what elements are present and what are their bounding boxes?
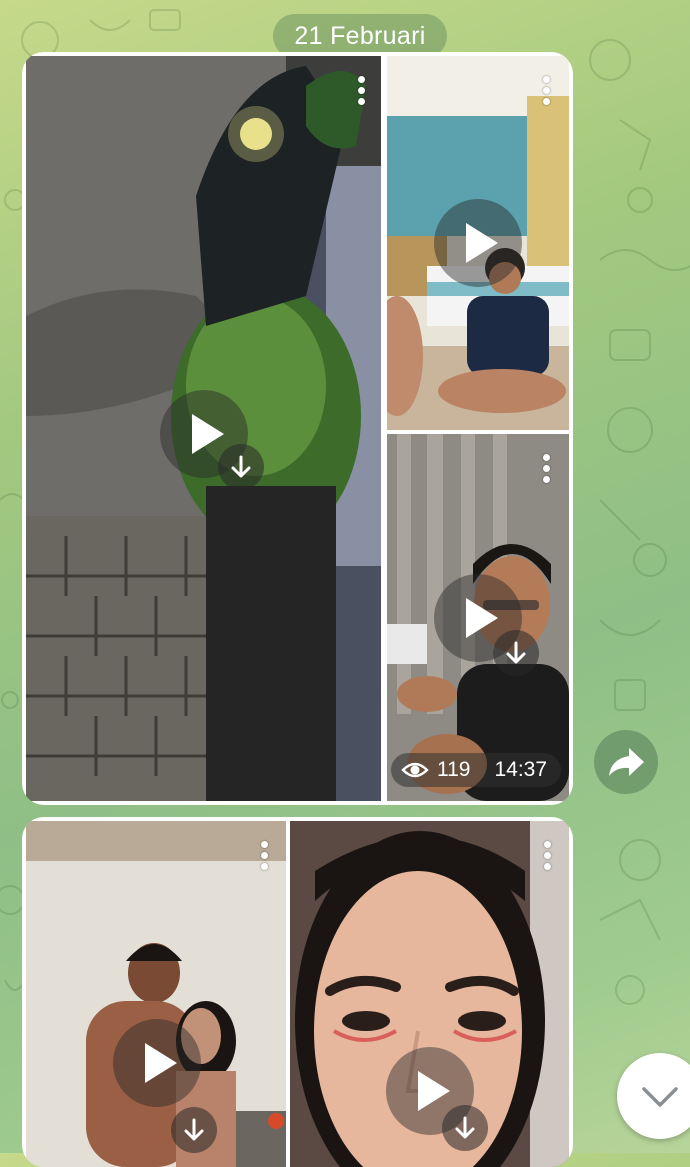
forward-icon — [609, 748, 644, 776]
download-icon — [184, 1118, 204, 1141]
video-thumbnail[interactable] — [387, 56, 569, 430]
video-menu-icon[interactable] — [259, 841, 269, 879]
scroll-to-bottom-button[interactable] — [617, 1053, 690, 1139]
download-icon — [506, 641, 526, 664]
video-thumbnail[interactable] — [26, 56, 381, 801]
message-stats: 119 14:37 — [391, 753, 562, 787]
play-button[interactable] — [113, 1019, 201, 1107]
video-menu-icon[interactable] — [541, 454, 551, 492]
play-button[interactable] — [434, 199, 522, 287]
message-time: 14:37 — [494, 758, 548, 781]
download-button[interactable] — [218, 444, 264, 490]
video-menu-icon[interactable] — [356, 76, 366, 114]
video-preview-image — [26, 821, 286, 1167]
video-thumbnail[interactable]: 119 14:37 — [387, 434, 569, 801]
video-thumbnail[interactable] — [26, 821, 286, 1167]
video-menu-icon[interactable] — [541, 76, 551, 114]
video-menu-icon[interactable] — [542, 841, 552, 879]
download-icon — [455, 1116, 475, 1139]
eye-icon — [401, 762, 429, 778]
download-button[interactable] — [442, 1105, 488, 1151]
view-count: 119 — [437, 758, 471, 781]
play-icon — [145, 1043, 177, 1083]
media-album-bubble — [22, 817, 573, 1167]
download-icon — [231, 455, 251, 478]
media-album-bubble: 119 14:37 — [22, 52, 573, 805]
download-button[interactable] — [493, 630, 539, 676]
play-icon — [466, 223, 498, 263]
chevron-down-icon — [642, 1087, 678, 1107]
video-thumbnail[interactable] — [290, 821, 569, 1167]
download-button[interactable] — [171, 1107, 217, 1153]
forward-button[interactable] — [594, 730, 658, 794]
